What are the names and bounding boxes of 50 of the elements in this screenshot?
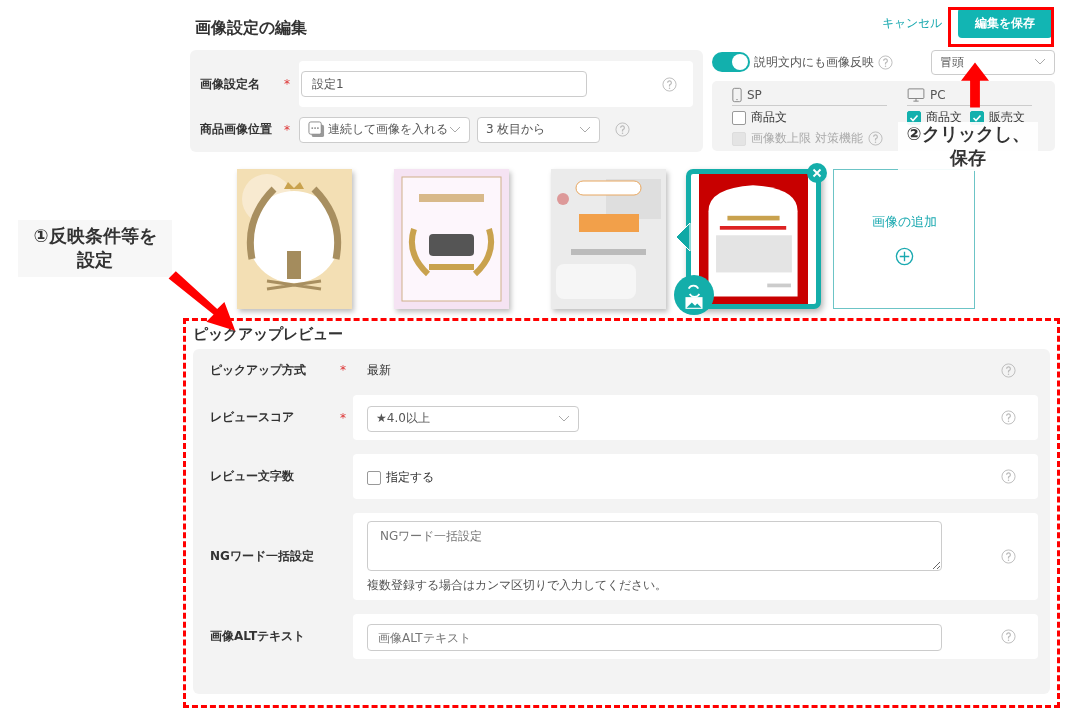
chevron-down-icon	[579, 125, 591, 134]
help-icon	[867, 131, 883, 146]
phone-icon	[732, 87, 742, 103]
help-icon	[662, 76, 677, 92]
plus-icon	[894, 246, 914, 266]
required-mark: *	[284, 122, 291, 137]
required-mark: *	[340, 363, 346, 377]
close-icon	[810, 166, 824, 180]
required-mark: *	[284, 77, 291, 91]
position-dropdown[interactable]: 冒頭	[931, 49, 1055, 75]
help-icon	[1001, 410, 1016, 425]
help-icon	[1001, 629, 1016, 644]
toggle-label: 説明文内にも画像反映	[754, 53, 874, 71]
dropdown[interactable]: 3 枚目から	[477, 116, 600, 143]
field-label: NGワード一括設定	[210, 548, 314, 565]
name-input[interactable]: 設定1	[301, 71, 587, 97]
left-arrow-icon[interactable]	[675, 222, 691, 252]
dropdown[interactable]: 連続して画像を入れる	[299, 116, 470, 143]
field-label: レビュー文字数	[210, 468, 294, 485]
required-mark: *	[340, 410, 346, 425]
help-icon	[1001, 469, 1016, 484]
chevron-down-icon	[449, 125, 461, 134]
field-label: 画像設定名	[200, 75, 261, 93]
toggle-switch[interactable]	[712, 52, 750, 72]
section-title: ピックアップレビュー	[193, 325, 344, 345]
ng-words-textarea[interactable]: NGワード一括設定	[367, 521, 942, 571]
help-icon	[615, 122, 630, 137]
page-title: 画像設定の編集	[195, 17, 307, 39]
field-label: レビュースコア	[210, 409, 294, 426]
replace-image-button[interactable]	[674, 275, 714, 315]
close-button[interactable]	[807, 163, 827, 183]
annotation-note: ②クリックし、保存	[898, 122, 1038, 171]
help-icon	[1001, 549, 1016, 564]
images-icon	[308, 121, 325, 138]
device-label: SP	[747, 88, 762, 102]
score-dropdown[interactable]: ★4.0以上	[367, 405, 579, 432]
hint-text: 複数登録する場合はカンマ区切りで入力してください。	[367, 577, 668, 594]
field-label: 画像ALTテキスト	[210, 628, 306, 645]
help-icon	[1001, 362, 1016, 378]
alt-text-input[interactable]: 画像ALTテキスト	[367, 624, 942, 651]
help-icon	[878, 54, 893, 70]
chevron-down-icon	[1034, 58, 1046, 66]
field-label: 商品画像位置	[200, 121, 273, 138]
field-value: 最新	[367, 361, 392, 379]
annotation-note: ①反映条件等を設定	[18, 220, 172, 277]
monitor-icon	[907, 88, 925, 102]
chevron-down-icon	[558, 414, 570, 423]
field-label: ピックアップ方式	[210, 361, 306, 379]
checkbox-option[interactable]: 商品文	[732, 109, 887, 126]
device-label: PC	[930, 88, 946, 102]
